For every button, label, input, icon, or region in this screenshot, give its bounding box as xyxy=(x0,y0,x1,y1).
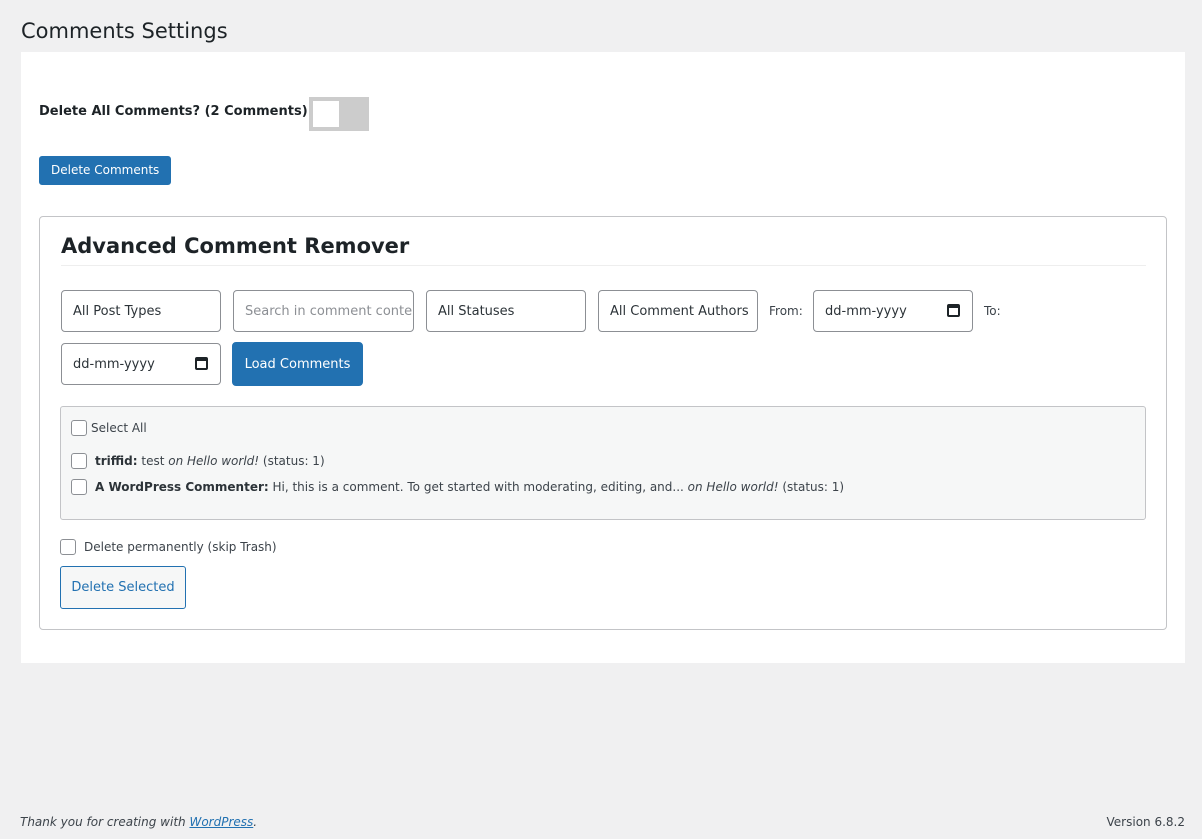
calendar-icon[interactable] xyxy=(195,357,208,370)
comment-author: A WordPress Commenter: xyxy=(95,480,269,494)
delete-all-label: Delete All Comments? (2 Comments) xyxy=(39,104,308,119)
toggle-knob xyxy=(313,101,339,127)
footer-thanks-suffix: . xyxy=(253,815,258,829)
post-type-select[interactable]: All Post Types xyxy=(61,290,221,332)
comments-list: Select All triffid: test on Hello world!… xyxy=(60,406,1146,520)
delete-all-toggle[interactable] xyxy=(309,97,369,131)
select-all-checkbox[interactable] xyxy=(71,420,87,436)
list-item: A WordPress Commenter: Hi, this is a com… xyxy=(95,480,844,494)
footer-thanks-prefix: Thank you for creating with xyxy=(20,815,190,829)
page-title: Comments Settings xyxy=(21,19,228,43)
comment-author: triffid: xyxy=(95,454,138,468)
remover-divider xyxy=(61,265,1146,266)
remover-title: Advanced Comment Remover xyxy=(61,234,410,258)
comment-checkbox[interactable] xyxy=(71,453,87,469)
delete-comments-button[interactable]: Delete Comments xyxy=(39,156,172,185)
calendar-icon[interactable] xyxy=(947,304,960,317)
to-date-value: dd-mm-yyyy xyxy=(73,356,155,372)
load-comments-button[interactable]: Load Comments xyxy=(232,342,363,386)
comment-post: on Hello world! xyxy=(687,480,779,494)
comment-status: (status: 1) xyxy=(778,480,845,494)
to-label: To: xyxy=(984,304,1001,318)
footer-thanks: Thank you for creating with WordPress. xyxy=(20,815,257,829)
author-select[interactable]: All Comment Authors xyxy=(598,290,758,332)
to-date-input[interactable]: dd-mm-yyyy xyxy=(61,343,221,385)
from-label: From: xyxy=(769,304,803,318)
status-select[interactable]: All Statuses xyxy=(426,290,586,332)
comment-post: on Hello world! xyxy=(168,454,260,468)
wordpress-link[interactable]: WordPress xyxy=(189,815,253,829)
from-date-value: dd-mm-yyyy xyxy=(825,303,907,319)
delete-permanently-label: Delete permanently (skip Trash) xyxy=(84,540,277,554)
select-all-label: Select All xyxy=(91,421,147,435)
advanced-comment-remover: Advanced Comment Remover All Post Types … xyxy=(39,216,1167,630)
comment-excerpt: test xyxy=(137,454,169,468)
settings-card: Delete All Comments? (2 Comments) Delete… xyxy=(21,52,1185,663)
delete-permanently-checkbox[interactable] xyxy=(60,539,76,555)
search-input[interactable]: Search in comment content xyxy=(233,290,414,332)
footer-version: Version 6.8.2 xyxy=(1106,815,1185,829)
comment-excerpt: Hi, this is a comment. To get started wi… xyxy=(268,480,688,494)
comment-checkbox[interactable] xyxy=(71,479,87,495)
from-date-input[interactable]: dd-mm-yyyy xyxy=(813,290,973,332)
delete-selected-button[interactable]: Delete Selected xyxy=(60,566,186,609)
comment-status: (status: 1) xyxy=(259,454,325,468)
list-item: triffid: test on Hello world! (status: 1… xyxy=(95,454,325,468)
